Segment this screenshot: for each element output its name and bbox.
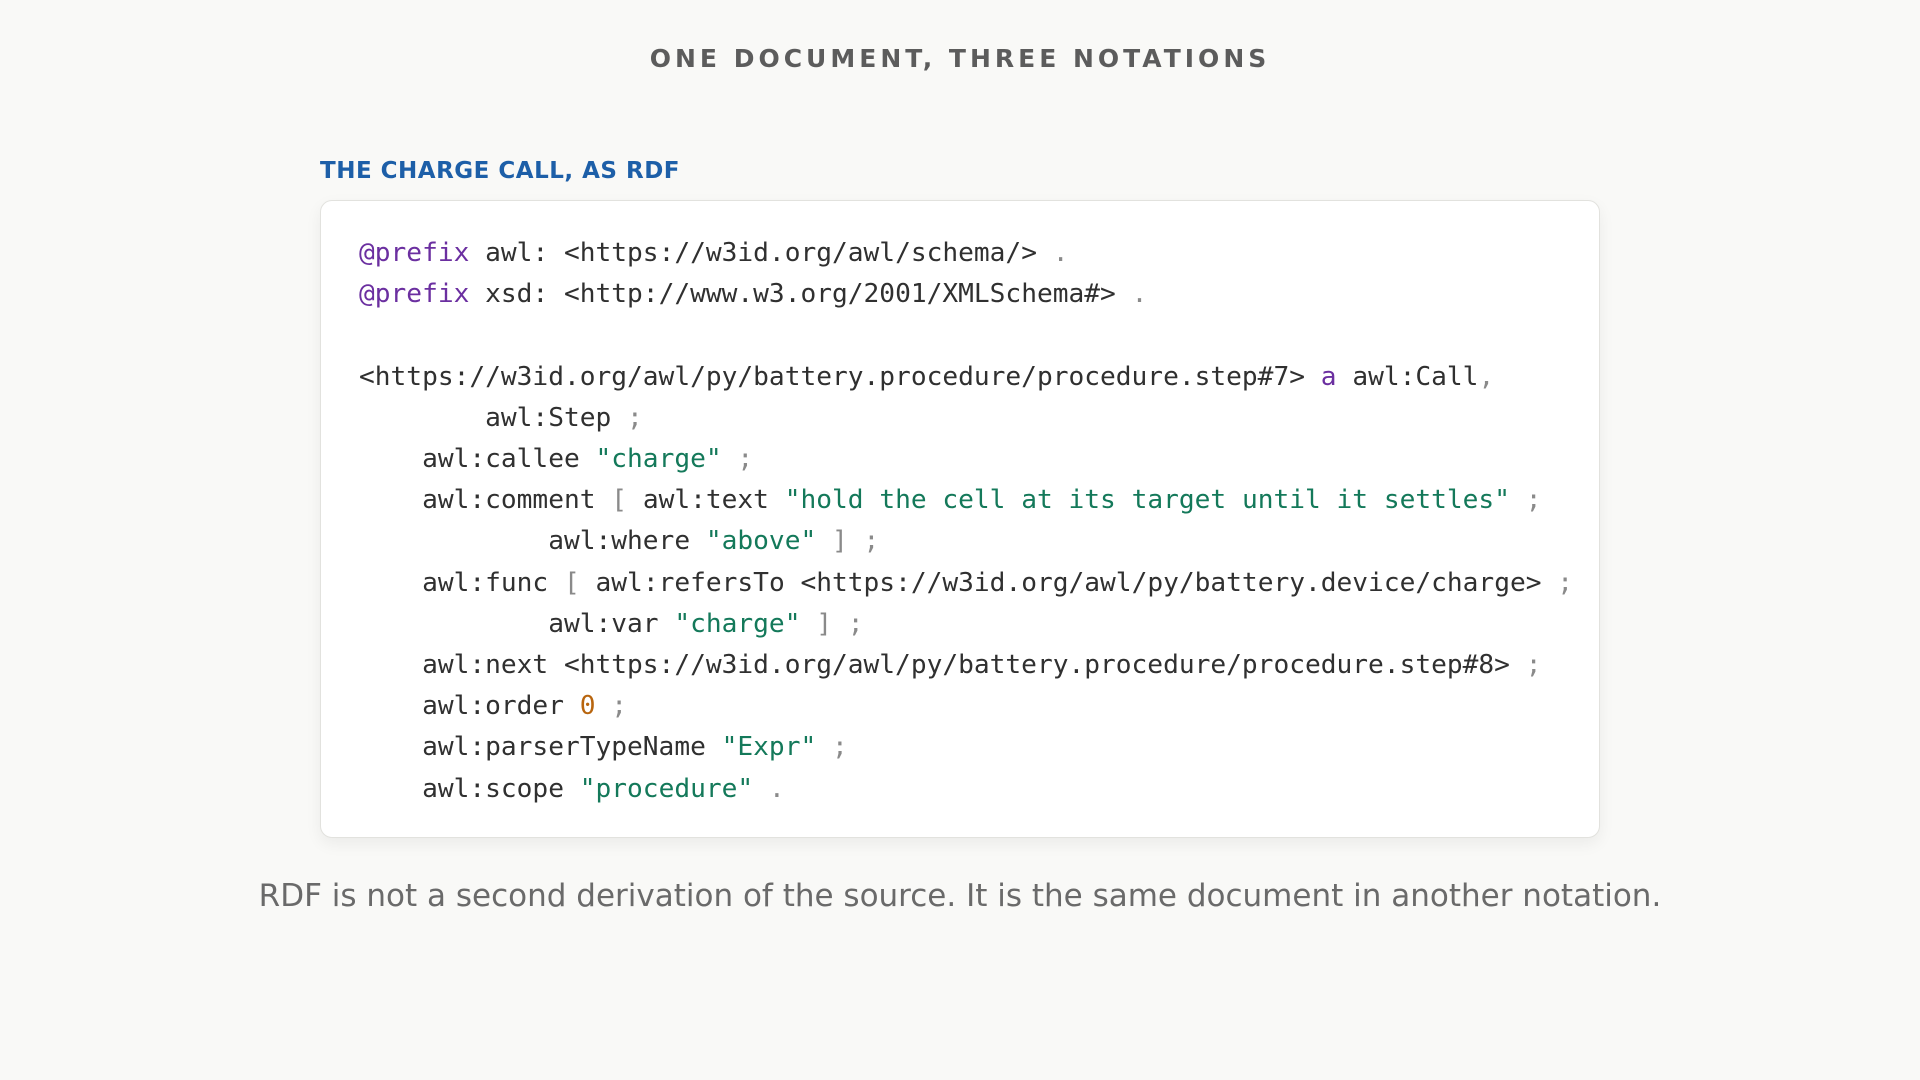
code-line-2: @prefix xsd: <http://www.w3.org/2001/XML… xyxy=(359,279,1147,309)
punct-dot: . xyxy=(753,773,785,804)
var-value: "charge" xyxy=(674,608,801,639)
open-bracket: [ xyxy=(595,485,628,516)
order-predicate: awl:order xyxy=(359,691,580,722)
code-line-10: awl:var "charge" ] ; xyxy=(359,608,864,639)
punct-semicolon: ; xyxy=(1541,567,1574,598)
prefix-keyword: @prefix xyxy=(359,238,470,268)
code-line-14: awl:scope "procedure" . xyxy=(359,774,785,804)
code-line-11: awl:next <https://w3id.org/awl/py/batter… xyxy=(359,650,1541,680)
section-label: THE CHARGE CALL, AS RDF xyxy=(320,158,681,184)
code-line-1: @prefix awl: <https://w3id.org/awl/schem… xyxy=(359,238,1069,268)
code-line-12: awl:order 0 ; xyxy=(359,691,627,721)
parser-type-value: "Expr" xyxy=(721,732,817,763)
type-call: awl:Call xyxy=(1336,361,1479,392)
code-line-9: awl:func [ awl:refersTo <https://w3id.or… xyxy=(359,568,1573,598)
text-value: "hold the cell at its target until it se… xyxy=(784,485,1510,516)
code-line-4: <https://w3id.org/awl/py/battery.procedu… xyxy=(359,362,1494,392)
type-step: awl:Step xyxy=(359,402,612,433)
punct-semicolon: ; xyxy=(1509,485,1542,516)
scope-value: "procedure" xyxy=(579,773,754,804)
code-line-7: awl:comment [ awl:text "hold the cell at… xyxy=(359,485,1542,516)
close-bracket: ] xyxy=(816,526,848,557)
func-predicate: awl:func xyxy=(359,567,549,598)
punct-dot: . xyxy=(1036,238,1069,268)
subject-iri: <https://w3id.org/awl/py/battery.procedu… xyxy=(359,361,1305,392)
punct-semicolon: ; xyxy=(816,732,848,763)
refers-to-predicate: awl:refersTo <https://w3id.org/awl/py/ba… xyxy=(579,567,1542,598)
parser-type-predicate: awl:parserTypeName xyxy=(359,732,722,763)
punct-comma: , xyxy=(1478,361,1495,392)
close-bracket: ] xyxy=(800,608,833,639)
open-bracket: [ xyxy=(548,567,580,598)
punct-semicolon: ; xyxy=(595,691,628,722)
punct-semicolon: ; xyxy=(847,526,880,557)
a-keyword: a xyxy=(1320,361,1337,392)
punct-semicolon: ; xyxy=(721,444,754,475)
order-value: 0 xyxy=(579,691,596,722)
code-block: @prefix awl: <https://w3id.org/awl/schem… xyxy=(320,200,1600,838)
callee-predicate: awl:callee xyxy=(359,444,596,475)
punct-semicolon: ; xyxy=(832,608,864,639)
comment-predicate: awl:comment xyxy=(359,485,596,516)
scope-predicate: awl:scope xyxy=(359,773,580,804)
var-predicate: awl:var xyxy=(359,608,675,639)
code-line-13: awl:parserTypeName "Expr" ; xyxy=(359,732,848,762)
code-line-5: awl:Step ; xyxy=(359,403,643,433)
text-predicate: awl:text xyxy=(627,485,785,516)
punct-dot: . xyxy=(1115,279,1148,310)
punct-semicolon: ; xyxy=(611,402,643,433)
rdf-turtle-code: @prefix awl: <https://w3id.org/awl/schem… xyxy=(359,233,1573,810)
where-value: "above" xyxy=(705,526,817,557)
callee-value: "charge" xyxy=(595,444,722,475)
where-predicate: awl:where xyxy=(359,526,706,557)
code-line-6: awl:callee "charge" ; xyxy=(359,444,753,474)
prefix-awl: awl: <https://w3id.org/awl/schema/> xyxy=(469,238,1037,268)
page-heading: ONE DOCUMENT, THREE NOTATIONS xyxy=(649,44,1271,73)
prefix-keyword: @prefix xyxy=(359,279,470,310)
punct-semicolon: ; xyxy=(1509,650,1542,681)
prefix-xsd: xsd: <http://www.w3.org/2001/XMLSchema#> xyxy=(469,279,1116,310)
next-predicate: awl:next <https://w3id.org/awl/py/batter… xyxy=(359,650,1510,681)
caption: RDF is not a second derivation of the so… xyxy=(258,878,1662,914)
code-line-8: awl:where "above" ] ; xyxy=(359,526,879,556)
